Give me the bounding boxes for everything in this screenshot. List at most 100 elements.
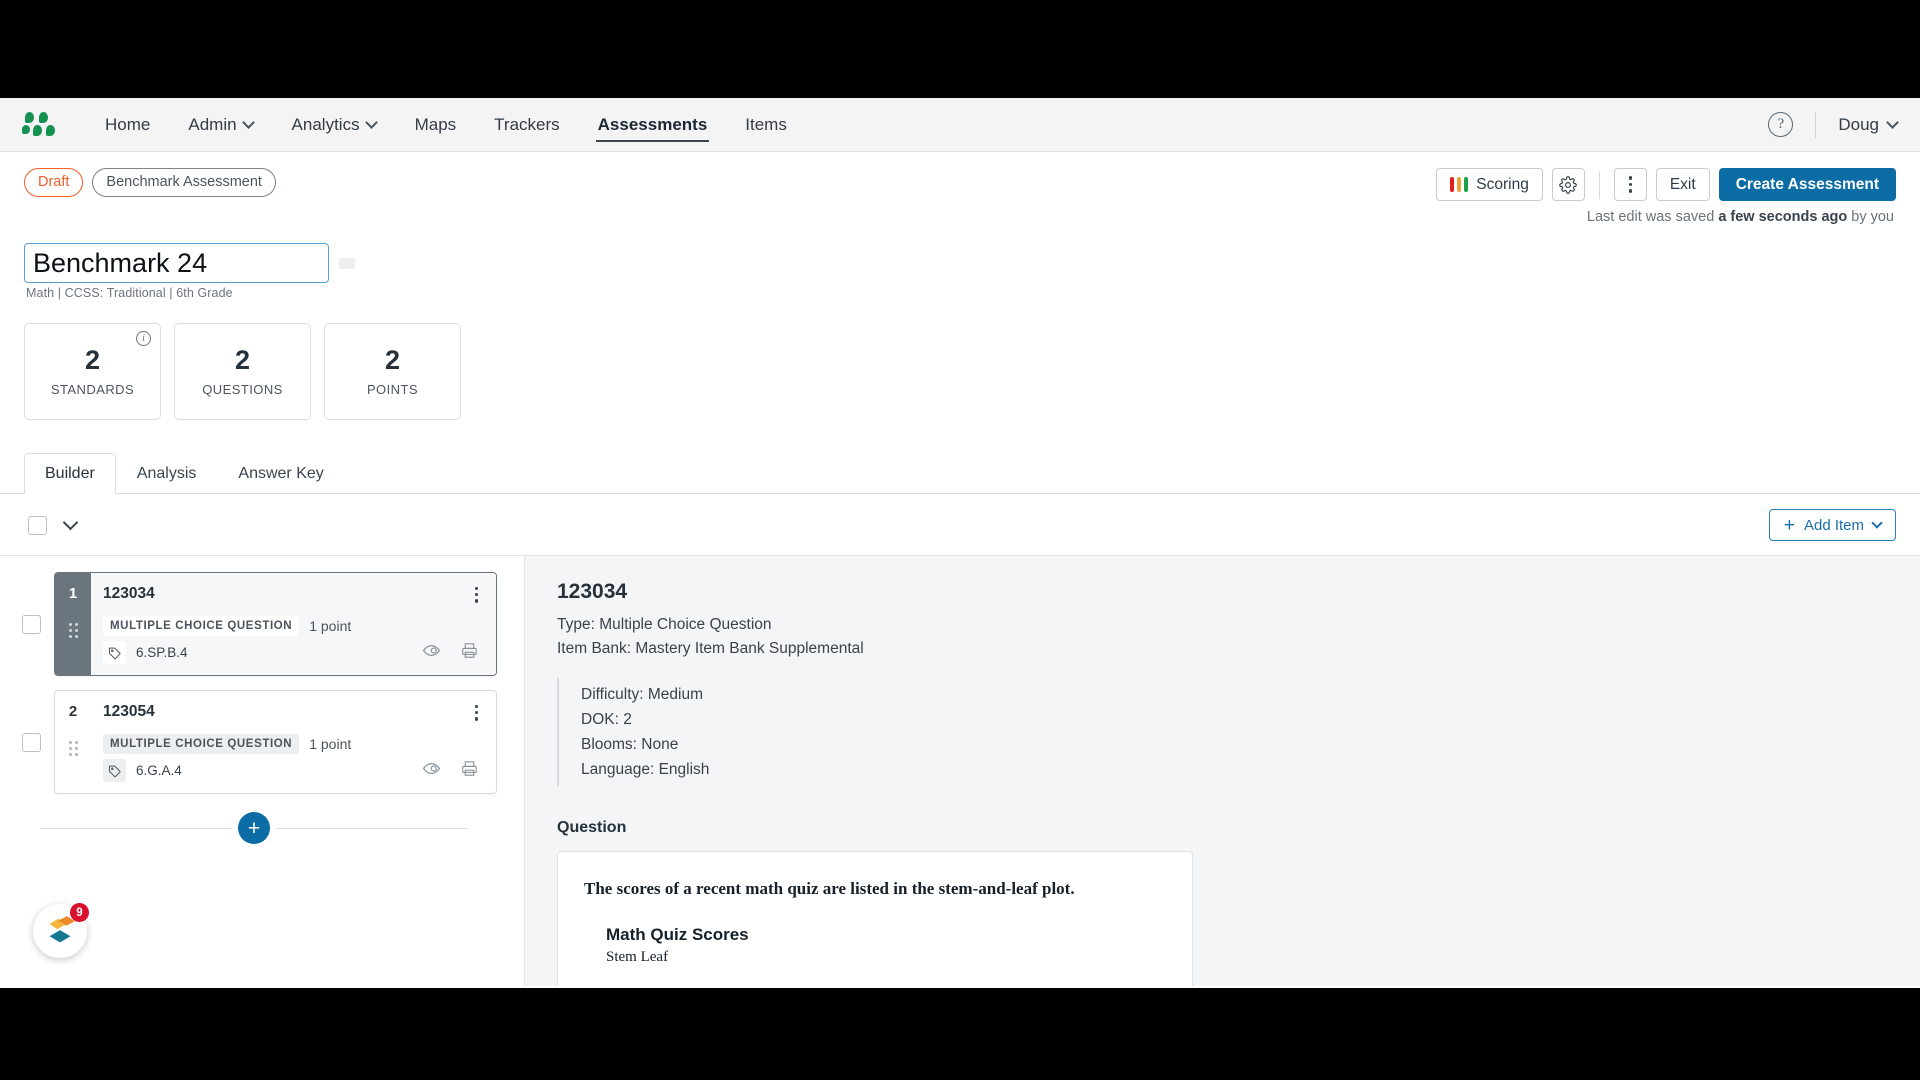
item-drag-handle[interactable]: 1 — [55, 573, 91, 675]
add-item-button[interactable]: + Add Item — [1768, 509, 1896, 541]
list-item: 1 123034 MULTIPLE CHOICE QUESTION 1 poin… — [0, 572, 524, 676]
kebab-menu-icon — [1628, 176, 1633, 193]
stat-label-standards: STANDARDS — [50, 381, 135, 397]
top-navigation-bar: Home Admin Analytics Maps Trackers Asses… — [0, 98, 1920, 152]
detail-difficulty: Difficulty: Medium — [581, 686, 704, 703]
item-card-header: 123054 — [103, 703, 482, 723]
item-number: 1 — [68, 585, 78, 602]
question-chart-title: Math Quiz Scores — [606, 925, 749, 945]
badge-group: Draft Benchmark Assessment — [24, 168, 276, 198]
item-menu-button[interactable] — [471, 703, 482, 723]
chevron-down-icon — [1888, 118, 1898, 128]
add-item-label: Add Item — [1803, 516, 1864, 534]
support-launcher-button[interactable]: 9 — [33, 903, 89, 958]
nav-label-assessments: Assessments — [597, 114, 708, 134]
assessment-subtitle: Math | CCSS: Traditional | 6th Grade — [26, 286, 233, 300]
assessment-action-bar: Draft Benchmark Assessment Scoring Exit — [0, 152, 1920, 201]
nav-label-trackers: Trackers — [494, 114, 560, 134]
nav-item-assessments[interactable]: Assessments — [579, 98, 727, 152]
assessment-type-badge: Benchmark Assessment — [92, 168, 276, 198]
select-all-checkbox[interactable] — [28, 515, 47, 535]
primary-nav-links: Home Admin Analytics Maps Trackers Asses… — [86, 98, 806, 152]
item-drag-handle[interactable]: 2 — [55, 691, 91, 793]
tab-analysis[interactable]: Analysis — [116, 453, 218, 494]
tab-builder[interactable]: Builder — [24, 453, 116, 495]
detail-language: Language: English — [581, 761, 710, 779]
create-assessment-button[interactable]: Create Assessment — [1718, 168, 1896, 201]
stat-card-questions[interactable]: 2 QUESTIONS — [174, 323, 311, 420]
tag-icon — [103, 641, 126, 664]
user-menu-label: Doug — [1838, 114, 1879, 134]
title-edit-affordance — [339, 257, 355, 269]
preview-eye-icon[interactable] — [422, 761, 441, 781]
settings-button[interactable] — [1551, 168, 1585, 201]
builder-split-view: 1 123034 MULTIPLE CHOICE QUESTION 1 poin… — [0, 556, 1920, 986]
nav-item-analytics[interactable]: Analytics — [273, 98, 396, 152]
nav-label-maps: Maps — [414, 114, 457, 134]
nav-item-maps[interactable]: Maps — [396, 98, 476, 152]
item-checkbox[interactable] — [22, 614, 41, 634]
item-card-2[interactable]: 2 123054 MULTIPLE CHOICE QUESTION 1 poin… — [54, 690, 497, 794]
item-list-pane: 1 123034 MULTIPLE CHOICE QUESTION 1 poin… — [0, 556, 524, 986]
nav-item-trackers[interactable]: Trackers — [475, 98, 579, 152]
item-meta-row: MULTIPLE CHOICE QUESTION 1 point — [103, 615, 482, 636]
item-card-footer: 6.SP.B.4 — [103, 641, 482, 675]
add-item-fab[interactable]: + — [238, 812, 270, 844]
add-item-inline-row: + — [0, 808, 468, 844]
item-card-header: 123034 — [103, 585, 482, 605]
nav-right-cluster: ? Doug — [1768, 111, 1898, 138]
help-icon[interactable]: ? — [1768, 112, 1794, 137]
assessment-title-row — [0, 225, 1920, 283]
nav-item-admin[interactable]: Admin — [169, 98, 272, 152]
item-menu-button[interactable] — [471, 585, 482, 605]
summary-stat-cards: i 2 STANDARDS 2 QUESTIONS 2 POINTS — [0, 300, 1920, 420]
stat-label-questions: QUESTIONS — [202, 381, 283, 397]
last-saved-note: Last edit was saved a few seconds ago by… — [0, 201, 1920, 225]
gear-icon — [1559, 175, 1578, 194]
notification-badge: 9 — [70, 903, 89, 922]
stat-card-standards[interactable]: i 2 STANDARDS — [24, 323, 161, 420]
scoring-button[interactable]: Scoring — [1435, 168, 1543, 201]
info-icon[interactable]: i — [136, 331, 151, 346]
item-id: 123054 — [103, 703, 155, 720]
nav-item-items[interactable]: Items — [726, 98, 806, 152]
nav-label-analytics: Analytics — [291, 114, 360, 134]
divider-left — [40, 827, 232, 829]
assessment-name-input[interactable] — [24, 243, 329, 283]
item-question-type: MULTIPLE CHOICE QUESTION — [103, 733, 300, 754]
item-card-1[interactable]: 1 123034 MULTIPLE CHOICE QUESTION 1 poin… — [54, 572, 497, 676]
drag-dots-icon — [68, 740, 78, 756]
stat-card-points[interactable]: 2 POINTS — [324, 323, 461, 420]
saved-prefix: Last edit was saved — [1586, 209, 1719, 225]
bulk-actions-dropdown[interactable] — [62, 514, 79, 533]
drag-dots-icon — [68, 622, 78, 638]
tab-answer-key[interactable]: Answer Key — [217, 453, 344, 494]
nav-label-items: Items — [745, 114, 787, 134]
nav-item-home[interactable]: Home — [86, 98, 169, 152]
stat-value-points: 2 — [384, 345, 401, 376]
chevron-down-icon — [1871, 517, 1883, 529]
user-menu[interactable]: Doug — [1838, 115, 1898, 135]
preview-eye-icon[interactable] — [422, 643, 441, 663]
item-detail-pane: 123034 Type: Multiple Choice Question It… — [524, 556, 1920, 986]
print-icon[interactable] — [461, 760, 478, 782]
item-card-body: 123054 MULTIPLE CHOICE QUESTION 1 point — [91, 691, 496, 793]
exit-button[interactable]: Exit — [1655, 168, 1710, 201]
plus-icon: + — [1783, 514, 1795, 536]
print-icon[interactable] — [461, 642, 478, 664]
item-checkbox[interactable] — [22, 732, 41, 752]
nav-divider — [1815, 111, 1817, 138]
detail-type-line: Type: Multiple Choice Question — [557, 616, 772, 633]
question-stem-text: The scores of a recent math quiz are lis… — [584, 879, 1075, 899]
mastery-dots-logo-icon[interactable] — [22, 110, 56, 140]
divider-right — [276, 827, 468, 829]
item-id: 123034 — [103, 585, 155, 602]
assessment-tabs: Builder Analysis Answer Key — [0, 453, 1920, 495]
item-card-body: 123034 MULTIPLE CHOICE QUESTION 1 point — [91, 573, 496, 675]
detail-item-id: 123034 — [557, 580, 628, 603]
nav-label-admin: Admin — [188, 114, 237, 134]
scoring-label: Scoring — [1476, 175, 1529, 193]
more-options-button[interactable] — [1613, 168, 1647, 201]
item-card-footer: 6.G.A.4 — [103, 759, 482, 793]
action-buttons: Scoring Exit Create Assessment — [1435, 168, 1896, 201]
